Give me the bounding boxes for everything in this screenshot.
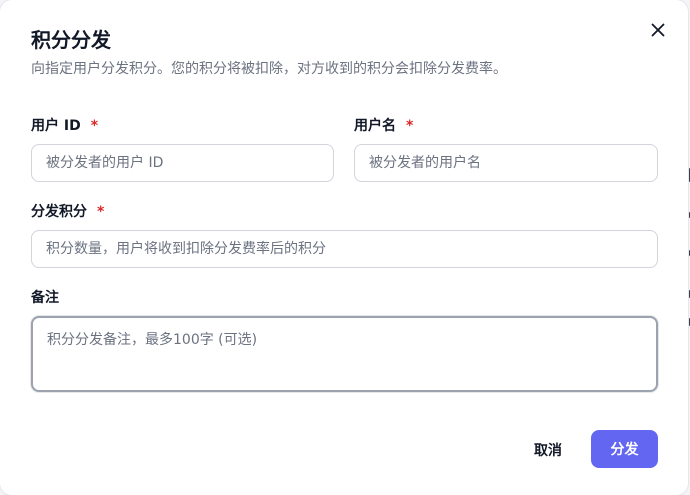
- distribute-button[interactable]: 分发: [591, 430, 658, 468]
- username-label: 用户名 *: [354, 116, 413, 136]
- dialog-title: 积分分发: [31, 28, 111, 52]
- required-mark: *: [90, 118, 99, 134]
- username-input[interactable]: [354, 144, 658, 182]
- close-button[interactable]: [646, 18, 670, 42]
- cancel-button[interactable]: 取消: [518, 432, 578, 468]
- distribute-points-dialog: 积分分发 向指定用户分发积分。您的积分将被扣除，对方收到的积分会扣除分发费率。 …: [0, 0, 688, 495]
- required-mark: *: [97, 204, 105, 220]
- amount-label-text: 分发积分: [31, 204, 87, 220]
- note-textarea[interactable]: [31, 316, 658, 392]
- close-icon: [651, 23, 665, 37]
- required-mark: *: [406, 118, 414, 134]
- note-label-text: 备注: [31, 290, 59, 306]
- dialog-description: 向指定用户分发积分。您的积分将被扣除，对方收到的积分会扣除分发费率。: [31, 61, 507, 77]
- username-label-text: 用户名: [354, 118, 396, 134]
- amount-label: 分发积分 *: [31, 202, 104, 222]
- user-id-input[interactable]: [31, 144, 334, 182]
- user-id-label: 用户 ID *: [31, 116, 98, 136]
- note-label: 备注: [31, 288, 59, 308]
- user-id-label-text: 用户 ID: [31, 118, 81, 134]
- amount-input[interactable]: [31, 230, 658, 268]
